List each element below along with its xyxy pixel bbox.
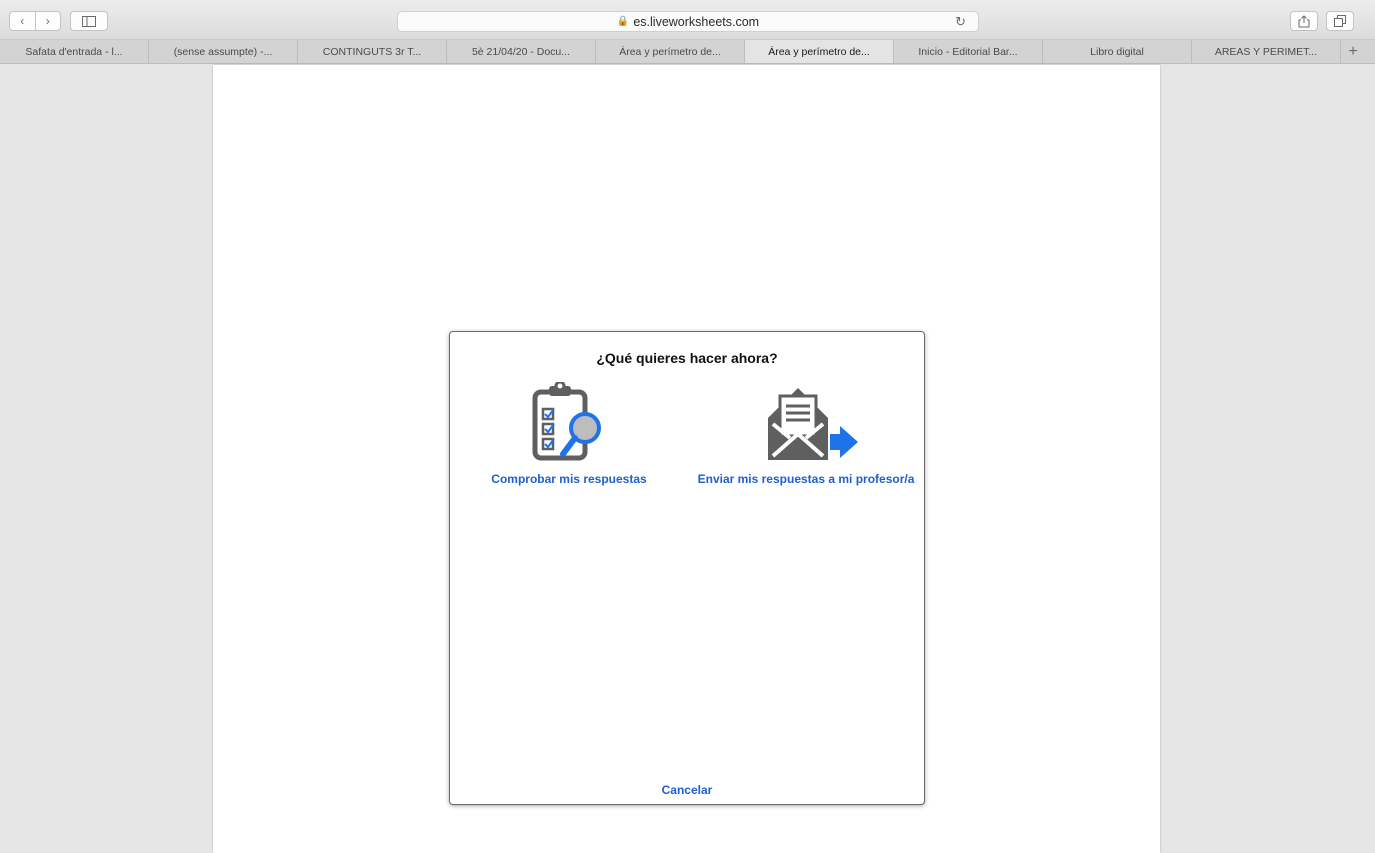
send-to-teacher-button[interactable]: Enviar mis respuestas a mi profesor/a (686, 382, 926, 486)
nav-buttons: ‹ › (9, 11, 61, 31)
submit-dialog: ¿Qué quieres hacer ahora? Comprobar mis … (449, 331, 925, 805)
share-button[interactable] (1290, 11, 1318, 31)
address-bar[interactable]: 🔒 es.liveworksheets.com ↻ (397, 11, 979, 32)
back-icon[interactable]: ‹ (10, 12, 36, 30)
tabs-icon (1334, 15, 1346, 27)
check-answers-label: Comprobar mis respuestas (491, 472, 647, 486)
tab-item[interactable]: AREAS Y PERIMET... (1192, 40, 1341, 63)
forward-icon[interactable]: › (36, 12, 61, 30)
url-text: es.liveworksheets.com (633, 14, 760, 29)
cancel-button[interactable]: Cancelar (450, 783, 924, 797)
dialog-title: ¿Qué quieres hacer ahora? (596, 350, 778, 366)
check-answers-button[interactable]: Comprobar mis respuestas (486, 382, 652, 486)
new-tab-icon[interactable]: + (1341, 40, 1365, 63)
tab-bar: Safata d'entrada - l... (sense assumpte)… (0, 40, 1375, 64)
sidebar-icon (82, 15, 96, 27)
sidebar-toggle-button[interactable] (70, 11, 108, 31)
tabs-overview-button[interactable] (1326, 11, 1354, 31)
tab-item[interactable]: Safata d'entrada - l... (0, 40, 149, 63)
send-to-teacher-label: Enviar mis respuestas a mi profesor/a (697, 472, 915, 486)
tab-item-active[interactable]: Área y perímetro de... (745, 40, 894, 63)
reload-icon[interactable]: ↻ (955, 14, 966, 30)
tab-item[interactable]: Libro digital (1043, 40, 1192, 63)
share-icon (1298, 14, 1310, 27)
envelope-send-icon (768, 388, 858, 460)
browser-toolbar: ‹ › 🔒 es.liveworksheets.com ↻ (0, 0, 1375, 40)
lock-icon: 🔒 (616, 16, 630, 27)
tab-item[interactable]: 5è 21/04/20 - Docu... (447, 40, 596, 63)
tab-item[interactable]: CONTINGUTS 3r T... (298, 40, 447, 63)
tab-item[interactable]: Área y perímetro de... (596, 40, 745, 63)
tab-item[interactable]: Inicio - Editorial Bar... (894, 40, 1043, 63)
clipboard-magnifier-icon (532, 382, 601, 461)
tab-item[interactable]: (sense assumpte) -... (149, 40, 298, 63)
